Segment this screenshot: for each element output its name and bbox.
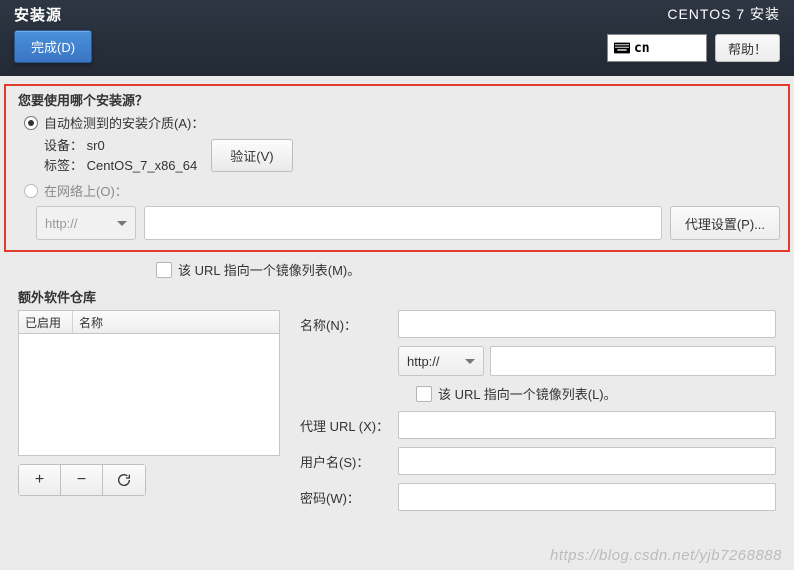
minus-icon: − [77,471,86,489]
keyboard-icon [614,42,630,54]
tag-value: CentOS_7_x86_64 [87,158,198,173]
device-info-block: 设备： sr0 标签： CentOS_7_x86_64 验证(V) [44,136,780,175]
repo-name-label: 名称(N)： [300,315,392,334]
repo-proxy-url-input[interactable] [398,411,776,439]
radio-unselected-icon [24,184,38,198]
repo-user-label: 用户名(S)： [300,452,392,471]
refresh-repo-button[interactable] [103,465,145,495]
done-button[interactable]: 完成(D) [14,30,92,63]
verify-button[interactable]: 验证(V) [211,139,292,172]
url-scheme-value: http:// [45,216,78,231]
device-value: sr0 [87,138,105,153]
auto-detected-media-radio-row[interactable]: 自动检测到的安装介质(A)： [14,113,780,132]
repo-user-input[interactable] [398,447,776,475]
repo-pass-label: 密码(W)： [300,488,392,507]
repo-url-input[interactable] [490,346,776,376]
installer-header: 安装源 完成(D) CENTOS 7 安装 cn 帮助！ [0,0,794,76]
repo-table-header: 已启用 名称 [18,310,280,334]
repo-table-body[interactable] [18,334,280,456]
checkbox-unchecked-icon [416,386,432,402]
installation-source-group: 您要使用哪个安装源？ 自动检测到的安装介质(A)： 设备： sr0 标签： Ce… [4,84,790,252]
help-button[interactable]: 帮助！ [715,34,780,62]
installer-brand-title: CENTOS 7 安装 [607,4,780,24]
network-source-radio-row[interactable]: 在网络上(O)： [14,181,780,200]
source-url-input[interactable] [144,206,662,240]
tag-label: 标签： [44,158,83,173]
add-repo-button[interactable]: + [19,465,61,495]
mirror-list-label: 该 URL 指向一个镜像列表(M)。 [178,260,360,279]
device-label: 设备： [44,138,83,153]
repo-mirror-checkbox-row[interactable]: 该 URL 指向一个镜像列表(L)。 [416,384,776,403]
repo-proxy-url-label: 代理 URL (X)： [300,416,392,435]
network-source-label: 在网络上(O)： [44,181,128,200]
auto-detected-media-label: 自动检测到的安装介质(A)： [44,113,204,132]
source-question-label: 您要使用哪个安装源？ [18,90,780,109]
repo-name-input[interactable] [398,310,776,338]
repo-left-panel: 已启用 名称 + − [18,310,280,511]
repo-mirror-label: 该 URL 指向一个镜像列表(L)。 [438,384,617,403]
radio-selected-icon [24,116,38,130]
keyboard-layout-selector[interactable]: cn [607,34,707,62]
additional-repos-section: 额外软件仓库 已启用 名称 + − 名称(N)： [18,287,776,511]
watermark-text: https://blog.csdn.net/yjb7268888 [550,547,782,564]
chevron-down-icon [465,359,475,364]
proxy-settings-button[interactable]: 代理设置(P)... [670,206,780,240]
additional-repos-title: 额外软件仓库 [18,287,776,306]
repo-scheme-select[interactable]: http:// [398,346,484,376]
repo-toolbar: + − [18,464,146,496]
repo-scheme-value: http:// [407,354,440,369]
body-area: 您要使用哪个安装源？ 自动检测到的安装介质(A)： 设备： sr0 标签： Ce… [0,76,794,511]
plus-icon: + [35,471,44,489]
keyboard-layout-label: cn [634,41,650,56]
repo-pass-input[interactable] [398,483,776,511]
repo-th-enabled[interactable]: 已启用 [19,311,73,333]
header-right: CENTOS 7 安装 cn 帮助！ [607,4,794,62]
repo-detail-form: 名称(N)： http:// 该 URL 指向一个镜像列表(L)。 代理 URL… [300,310,776,511]
url-scheme-select[interactable]: http:// [36,206,136,240]
repo-th-name[interactable]: 名称 [73,311,279,333]
checkbox-unchecked-icon [156,262,172,278]
chevron-down-icon [117,221,127,226]
remove-repo-button[interactable]: − [61,465,103,495]
refresh-icon [116,472,132,488]
mirror-list-checkbox-row[interactable]: 该 URL 指向一个镜像列表(M)。 [156,260,794,279]
